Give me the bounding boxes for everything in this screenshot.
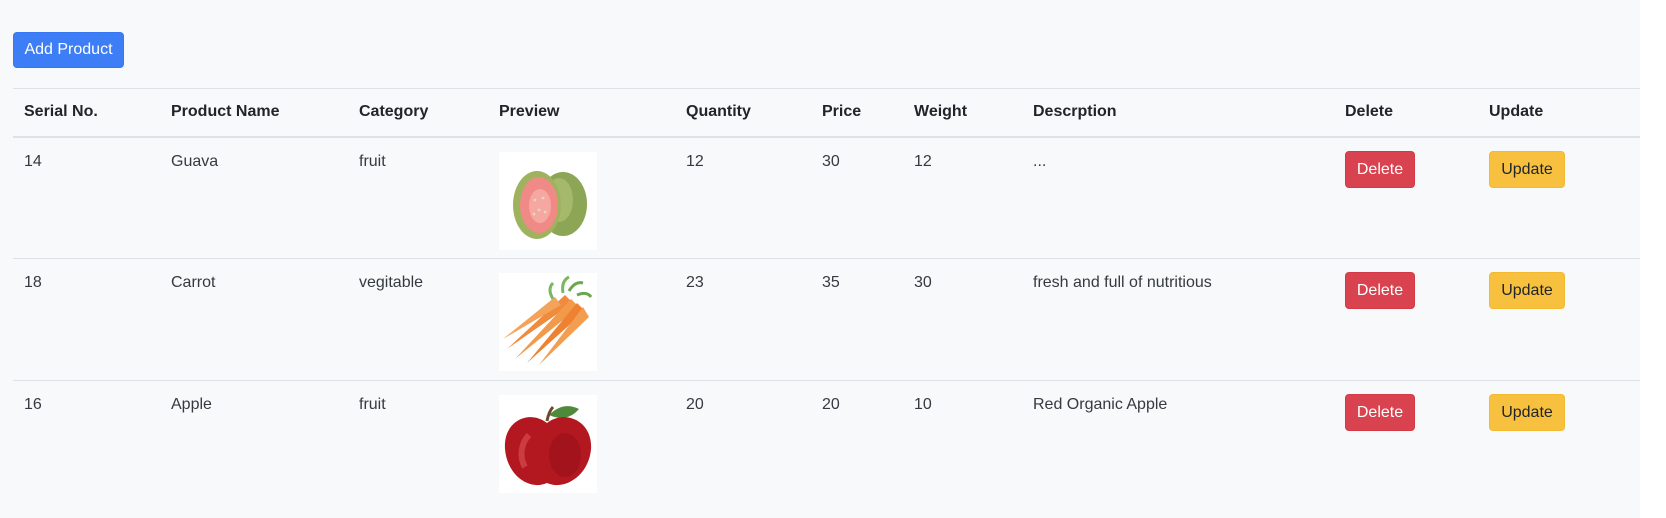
header-weight: Weight bbox=[903, 88, 1022, 138]
apple-image bbox=[499, 395, 597, 493]
description-cell: fresh and full of nutritious bbox=[1022, 258, 1334, 381]
update-button[interactable]: Update bbox=[1489, 272, 1565, 309]
carrot-image bbox=[499, 273, 597, 371]
weight-cell: 12 bbox=[903, 136, 1022, 259]
name-cell: Guava bbox=[160, 136, 348, 259]
quantity-cell: 12 bbox=[675, 136, 811, 259]
serial-cell: 16 bbox=[24, 396, 42, 413]
table-row: 14 Guava fruit 12 30 12 ... Delete Updat… bbox=[13, 136, 1642, 259]
header-product-name: Product Name bbox=[160, 88, 348, 138]
delete-cell: Delete bbox=[1334, 381, 1478, 503]
products-table: Serial No. Product Name Category Preview… bbox=[13, 88, 1642, 503]
weight-cell: 30 bbox=[903, 258, 1022, 381]
delete-cell: Delete bbox=[1334, 136, 1478, 259]
name-cell: Carrot bbox=[160, 258, 348, 381]
preview-cell bbox=[488, 381, 675, 503]
delete-button[interactable]: Delete bbox=[1345, 150, 1415, 188]
window-right-edge bbox=[1640, 0, 1666, 518]
quantity-cell: 23 bbox=[675, 258, 811, 381]
update-cell: Update bbox=[1478, 381, 1642, 503]
delete-button[interactable]: Delete bbox=[1345, 272, 1415, 309]
weight-cell: 10 bbox=[914, 396, 932, 413]
header-category: Category bbox=[348, 88, 488, 138]
description-cell: Red Organic Apple bbox=[1033, 396, 1168, 413]
table-row: 16 Apple fruit 20 20 10 Red Organic Appl… bbox=[13, 381, 1642, 503]
header-price: Price bbox=[811, 88, 903, 138]
category-cell: fruit bbox=[348, 136, 488, 259]
add-product-button[interactable]: Add Product bbox=[13, 32, 124, 68]
name-cell: Apple bbox=[171, 396, 212, 413]
category-cell: vegitable bbox=[348, 258, 488, 381]
serial-cell: 14 bbox=[13, 136, 160, 259]
category-cell: fruit bbox=[359, 396, 386, 413]
update-cell: Update bbox=[1478, 136, 1642, 259]
header-delete: Delete bbox=[1334, 88, 1478, 138]
price-cell: 30 bbox=[811, 136, 903, 259]
update-button[interactable]: Update bbox=[1489, 150, 1565, 188]
price-cell: 20 bbox=[822, 396, 840, 413]
update-cell: Update bbox=[1478, 258, 1642, 381]
serial-cell: 18 bbox=[13, 258, 160, 381]
table-header-row: Serial No. Product Name Category Preview… bbox=[13, 88, 1642, 138]
guava-image bbox=[499, 151, 597, 250]
table-row: 18 Carrot vegitable 23 35 30 fresh and f… bbox=[13, 258, 1642, 381]
delete-cell: Delete bbox=[1334, 258, 1478, 381]
header-update: Update bbox=[1478, 88, 1642, 138]
quantity-cell: 20 bbox=[686, 396, 704, 413]
description-cell: ... bbox=[1022, 136, 1334, 259]
preview-cell bbox=[488, 258, 675, 381]
price-cell: 35 bbox=[811, 258, 903, 381]
header-quantity: Quantity bbox=[675, 88, 811, 138]
header-serial-no: Serial No. bbox=[13, 88, 160, 138]
preview-cell bbox=[488, 136, 675, 259]
header-preview: Preview bbox=[488, 88, 675, 138]
header-description: Descrption bbox=[1022, 88, 1334, 138]
product-list-page: Add Product Serial No. Product Name Cate… bbox=[0, 0, 1642, 518]
update-button[interactable]: Update bbox=[1489, 394, 1565, 431]
delete-button[interactable]: Delete bbox=[1345, 394, 1415, 431]
